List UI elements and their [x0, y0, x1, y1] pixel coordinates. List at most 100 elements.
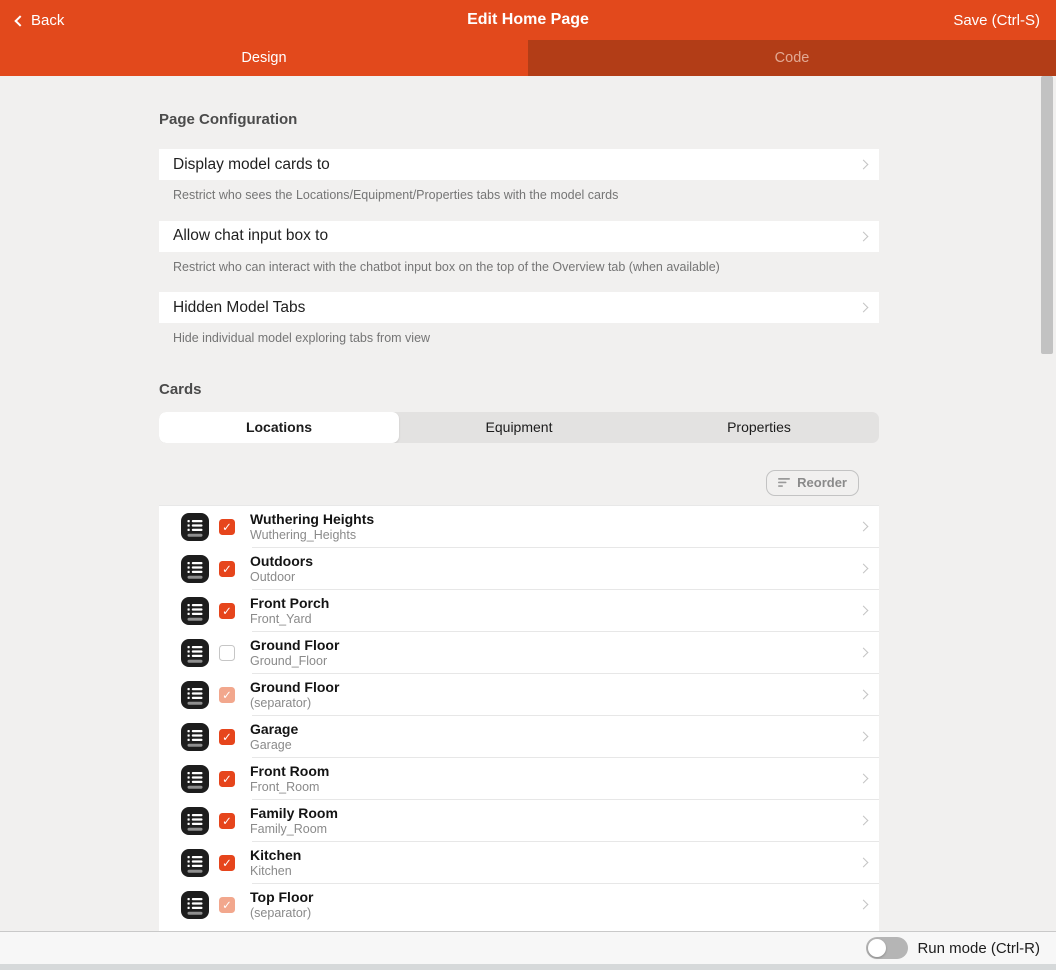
chevron-right-icon [859, 816, 869, 826]
list-card-icon [181, 681, 209, 709]
visibility-checkbox[interactable] [219, 561, 235, 577]
scrollbar[interactable] [1038, 76, 1056, 931]
card-list-item[interactable]: Outdoors Outdoor [159, 548, 879, 590]
segment-button[interactable]: Equipment [399, 412, 639, 443]
chevron-right-icon [859, 732, 869, 742]
content-column: Page Configuration Display model cards t… [159, 76, 879, 931]
card-item-texts: Wuthering Heights Wuthering_Heights [250, 511, 860, 543]
card-list-item[interactable]: Family Room Family_Room [159, 800, 879, 842]
reorder-icon [778, 477, 791, 488]
card-item-subtitle: (separator) [250, 906, 860, 921]
run-mode-label: Run mode (Ctrl-R) [917, 940, 1040, 957]
config-row[interactable]: Allow chat input box to [159, 221, 879, 252]
card-item-subtitle: Garage [250, 738, 860, 753]
card-item-texts: Garage Garage [250, 721, 860, 753]
config-row-description: Restrict who can interact with the chatb… [173, 260, 865, 276]
list-card-icon [181, 723, 209, 751]
window-bottom-strip [0, 964, 1056, 970]
card-item-subtitle: Outdoor [250, 570, 860, 585]
card-item-title: Family Room [250, 805, 860, 821]
config-row[interactable]: Hidden Model Tabs [159, 292, 879, 323]
back-button[interactable]: Back [16, 12, 64, 29]
segment-button[interactable]: Properties [639, 412, 879, 443]
card-item-title: Garage [250, 721, 860, 737]
visibility-checkbox[interactable] [219, 729, 235, 745]
segment-label: Equipment [486, 419, 553, 435]
list-card-icon [181, 597, 209, 625]
segment-label: Properties [727, 419, 791, 435]
chevron-right-icon [859, 900, 869, 910]
card-item-texts: Kitchen Kitchen [250, 847, 860, 879]
content-area: Page Configuration Display model cards t… [0, 76, 1056, 931]
list-card-icon [181, 807, 209, 835]
card-item-title: Outdoors [250, 553, 860, 569]
card-item-title: Top Floor [250, 889, 860, 905]
card-item-title: Front Porch [250, 595, 860, 611]
card-item-title: Wuthering Heights [250, 511, 860, 527]
visibility-checkbox[interactable] [219, 771, 235, 787]
navbar: Back Edit Home Page Save (Ctrl-S) [0, 0, 1056, 40]
chevron-right-icon [859, 231, 869, 241]
reorder-row: Reorder [159, 470, 879, 496]
config-row[interactable]: Display model cards to [159, 149, 879, 180]
segment-button[interactable]: Locations [159, 412, 399, 443]
config-item: Hidden Model Tabs Hide individual model … [159, 292, 879, 347]
config-item: Allow chat input box to Restrict who can… [159, 221, 879, 276]
card-list-item[interactable]: Front Porch Front_Yard [159, 590, 879, 632]
chevron-right-icon [859, 160, 869, 170]
reorder-button[interactable]: Reorder [766, 470, 859, 496]
save-button[interactable]: Save (Ctrl-S) [953, 12, 1040, 29]
footer-bar: Run mode (Ctrl-R) [0, 931, 1056, 964]
visibility-checkbox[interactable] [219, 813, 235, 829]
visibility-checkbox[interactable] [219, 855, 235, 871]
cards-segmented-control: Locations Equipment Properties [159, 412, 879, 443]
tab-label: Design [241, 50, 286, 66]
config-row-description: Restrict who sees the Locations/Equipmen… [173, 188, 865, 204]
editor-tab[interactable]: Code [528, 40, 1056, 76]
card-list-item[interactable]: Kitchen Kitchen [159, 842, 879, 884]
card-item-subtitle: Ground_Floor [250, 654, 860, 669]
config-item: Display model cards to Restrict who sees… [159, 149, 879, 204]
toggle-knob [868, 939, 886, 957]
visibility-checkbox[interactable] [219, 897, 235, 913]
card-list-item[interactable]: Ground Floor Ground_Floor [159, 632, 879, 674]
run-mode-toggle[interactable] [866, 937, 908, 959]
card-item-subtitle: Wuthering_Heights [250, 528, 860, 543]
card-item-subtitle: Family_Room [250, 822, 860, 837]
chevron-right-icon [859, 858, 869, 868]
card-item-title: Ground Floor [250, 679, 860, 695]
card-item-subtitle: (separator) [250, 696, 860, 711]
card-item-texts: Top Floor (separator) [250, 889, 860, 921]
card-list-item[interactable]: Wuthering Heights Wuthering_Heights [159, 506, 879, 548]
card-list-item[interactable]: Garage Garage [159, 716, 879, 758]
chevron-right-icon [859, 648, 869, 658]
page-configuration-list: Display model cards to Restrict who sees… [159, 149, 879, 347]
config-row-label: Allow chat input box to [173, 227, 860, 245]
card-item-subtitle: Front_Room [250, 780, 860, 795]
visibility-checkbox[interactable] [219, 687, 235, 703]
back-label: Back [31, 12, 64, 29]
card-list-item[interactable]: Top Floor (separator) [159, 884, 879, 926]
chevron-right-icon [859, 606, 869, 616]
section-heading-page-configuration: Page Configuration [159, 76, 879, 128]
card-item-texts: Outdoors Outdoor [250, 553, 860, 585]
page-title: Edit Home Page [0, 11, 1056, 29]
card-item-subtitle: Kitchen [250, 864, 860, 879]
chevron-right-icon [859, 690, 869, 700]
visibility-checkbox[interactable] [219, 645, 235, 661]
config-row-description: Hide individual model exploring tabs fro… [173, 331, 865, 347]
card-item-title: Ground Floor [250, 637, 860, 653]
card-item-texts: Ground Floor (separator) [250, 679, 860, 711]
edit-home-page-window: Back Edit Home Page Save (Ctrl-S) Design… [0, 0, 1056, 970]
card-list-item[interactable]: Ground Floor (separator) [159, 674, 879, 716]
card-list-item[interactable]: Front Room Front_Room [159, 758, 879, 800]
tab-bar: Design Code [0, 40, 1056, 76]
visibility-checkbox[interactable] [219, 603, 235, 619]
scrollbar-thumb[interactable] [1041, 76, 1053, 354]
visibility-checkbox[interactable] [219, 519, 235, 535]
chevron-right-icon [859, 564, 869, 574]
editor-tab[interactable]: Design [0, 40, 528, 76]
tab-label: Code [775, 50, 810, 66]
card-item-texts: Front Porch Front_Yard [250, 595, 860, 627]
card-item-subtitle: Front_Yard [250, 612, 860, 627]
